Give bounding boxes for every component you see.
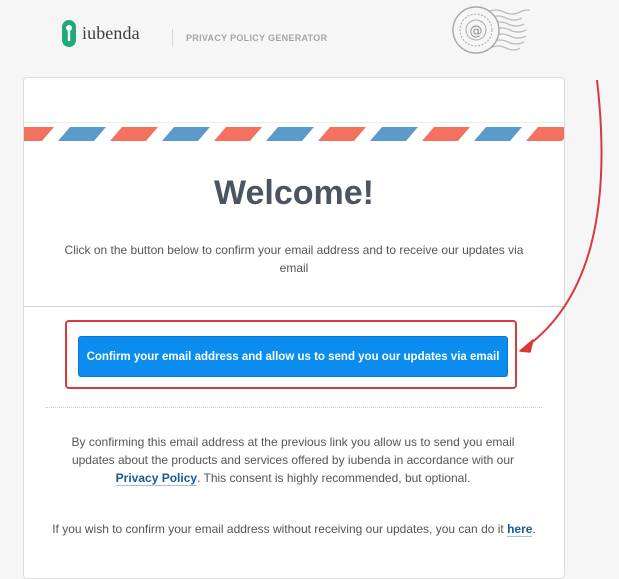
svg-text:@: @ — [470, 24, 483, 39]
no-updates-text-start: If you wish to confirm your email addres… — [52, 522, 508, 536]
keyhole-icon — [62, 20, 76, 47]
consent-text: By confirming this email address at the … — [64, 433, 522, 487]
no-updates-text-end: . — [532, 522, 536, 536]
postmark-stamp-icon: @ — [452, 6, 530, 54]
no-updates-text: If you wish to confirm your email addres… — [24, 522, 564, 537]
highlight-box — [65, 320, 517, 389]
airmail-stripe — [24, 127, 564, 141]
brand-name: iubenda — [82, 23, 140, 43]
here-link[interactable]: here — [507, 522, 533, 537]
intro-text: Click on the button below to confirm you… — [64, 243, 524, 275]
header-subtitle: PRIVACY POLICY GENERATOR — [186, 33, 328, 43]
header-divider — [172, 29, 173, 47]
consent-text-start: By confirming this email address at the … — [71, 435, 515, 467]
dotted-divider — [46, 407, 542, 408]
consent-text-end: . This consent is highly recommended, bu… — [197, 471, 471, 485]
email-header: iubenda PRIVACY POLICY GENERATOR @ — [0, 0, 619, 76]
privacy-policy-link[interactable]: Privacy Policy — [115, 471, 198, 486]
airmail-line — [24, 122, 564, 123]
section-divider — [24, 306, 564, 307]
brand: iubenda — [62, 20, 140, 47]
welcome-title: Welcome! — [214, 174, 374, 212]
